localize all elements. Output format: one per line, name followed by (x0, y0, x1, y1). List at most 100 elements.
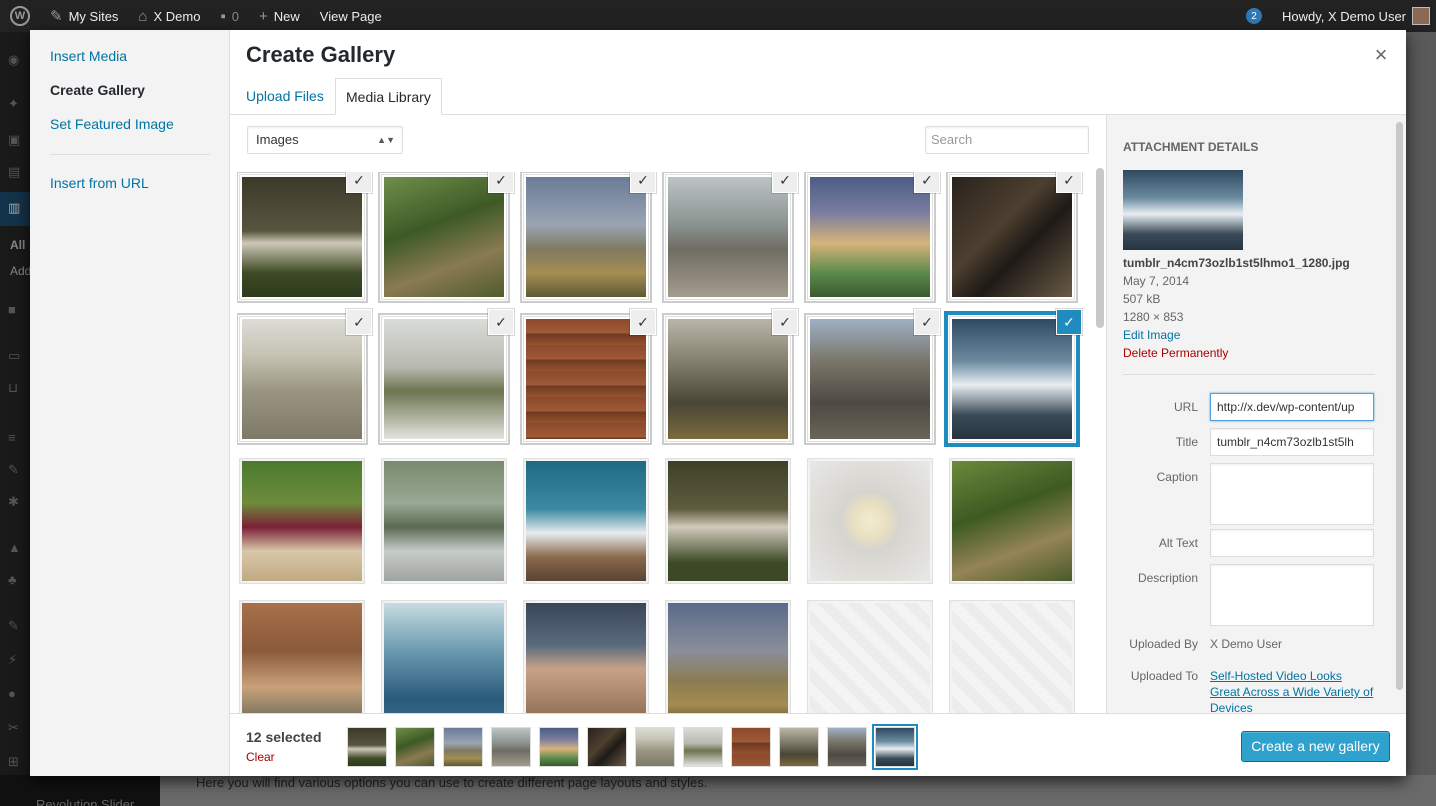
check-icon[interactable]: ✓ (915, 172, 939, 192)
attachment[interactable]: ✓ (239, 172, 371, 300)
title-field[interactable]: tumblr_n4cm73ozlb1st5lh (1210, 428, 1374, 456)
attachment[interactable]: ✓ (381, 310, 513, 442)
selected-thumbnail[interactable] (395, 727, 435, 767)
attachment-thumbnail (952, 177, 1072, 297)
settings-icon: ⊞ (8, 754, 19, 769)
selected-thumbnail[interactable] (731, 727, 771, 767)
attachment-thumbnail (810, 177, 930, 297)
selected-thumbnail[interactable] (539, 727, 579, 767)
attachment[interactable]: ✓ (523, 172, 655, 300)
check-icon[interactable]: ✓ (347, 172, 371, 192)
search-input[interactable]: Search (925, 126, 1089, 154)
menu-item-insert-from-url[interactable]: Insert from URL (50, 175, 149, 191)
attachment[interactable]: ✓ (665, 310, 797, 442)
attachment[interactable]: ✓ (239, 310, 371, 442)
attachment-preview (1123, 170, 1243, 250)
check-icon[interactable]: ✓ (1057, 310, 1081, 334)
grid-scrollbar[interactable] (1096, 168, 1104, 328)
wordpress-logo-menu[interactable]: W (0, 0, 40, 32)
attachment[interactable] (381, 600, 507, 714)
attachment[interactable] (239, 458, 365, 584)
description-field[interactable] (1210, 564, 1374, 626)
selected-thumbnail[interactable] (875, 727, 915, 767)
selected-thumbnail[interactable] (635, 727, 675, 767)
sidebar-scrollbar[interactable] (1396, 122, 1403, 690)
attachment[interactable]: ✓ (523, 310, 655, 442)
selected-thumbnail[interactable] (347, 727, 387, 767)
attachment[interactable]: ✓ (949, 310, 1081, 442)
tab-upload-files[interactable]: Upload Files (236, 78, 334, 115)
attachment[interactable] (239, 600, 365, 714)
attachment[interactable]: ✓ (807, 172, 939, 300)
chart-icon: ▲ (8, 540, 21, 555)
attachment[interactable] (807, 458, 933, 584)
attachment-thumbnail (384, 177, 504, 297)
attachment[interactable] (949, 458, 1075, 584)
account-menu[interactable]: Howdy, X Demo User (1272, 0, 1436, 32)
selected-thumbnail[interactable] (827, 727, 867, 767)
attachment[interactable] (523, 600, 649, 714)
comments-menu[interactable]: ▪ 0 (210, 0, 249, 32)
caption-field[interactable] (1210, 463, 1374, 525)
attachment[interactable] (949, 600, 1075, 714)
menu-item-insert-media[interactable]: Insert Media (50, 48, 127, 64)
view-page-link[interactable]: View Page (310, 0, 392, 32)
edit-image-link[interactable]: Edit Image (1123, 328, 1180, 342)
attachment[interactable]: ✓ (665, 172, 797, 300)
tab-media-library[interactable]: Media Library (335, 78, 442, 115)
menu-item-create-gallery[interactable]: Create Gallery (50, 82, 145, 98)
attachment[interactable] (665, 600, 791, 714)
close-icon[interactable]: × (1370, 44, 1392, 66)
clear-selection-link[interactable]: Clear (246, 750, 275, 764)
attachment[interactable] (665, 458, 791, 584)
uploaded-to-link[interactable]: Self-Hosted Video Looks Great Across a W… (1210, 668, 1374, 716)
check-icon[interactable]: ✓ (1057, 172, 1081, 192)
selected-thumbnail-image (492, 728, 530, 766)
attachment-dimensions: 1280 × 853 (1123, 310, 1184, 324)
plug-icon: ⚡ (8, 652, 18, 667)
selected-thumbnail[interactable] (779, 727, 819, 767)
alt-text-field[interactable] (1210, 529, 1374, 557)
check-icon[interactable]: ✓ (347, 310, 371, 334)
selected-thumbnail[interactable] (491, 727, 531, 767)
check-icon[interactable]: ✓ (631, 310, 655, 334)
attachment[interactable] (523, 458, 649, 584)
attachment-thumbnail (668, 177, 788, 297)
check-icon[interactable]: ✓ (773, 310, 797, 334)
avatar (1412, 7, 1430, 25)
attachment[interactable]: ✓ (949, 172, 1081, 300)
selected-thumbnail-image (396, 728, 434, 766)
selected-thumbnail[interactable] (443, 727, 483, 767)
new-content-menu[interactable]: + New (249, 0, 310, 32)
delete-permanently-link[interactable]: Delete Permanently (1123, 346, 1228, 360)
my-sites-menu[interactable]: ✎ My Sites (40, 0, 128, 32)
selected-thumbnail[interactable] (587, 727, 627, 767)
admin-bar: W ✎ My Sites ⌂ X Demo ▪ 0 + New View Page 2 … (0, 0, 1436, 32)
menu-item-set-featured-image[interactable]: Set Featured Image (50, 116, 174, 132)
attachment-thumbnail (384, 603, 504, 714)
attachment-thumbnail (526, 177, 646, 297)
attachment[interactable] (807, 600, 933, 714)
attachment-thumbnail (952, 603, 1072, 714)
attachment[interactable]: ✓ (381, 172, 513, 300)
url-field[interactable]: http://x.dev/wp-content/up (1210, 393, 1374, 421)
check-icon[interactable]: ✓ (773, 172, 797, 192)
selected-thumbnail-image (828, 728, 866, 766)
check-icon[interactable]: ✓ (631, 172, 655, 192)
selected-thumbnail-image (444, 728, 482, 766)
links-icon: ▤ (8, 164, 21, 179)
check-icon[interactable]: ✓ (915, 310, 939, 334)
check-icon[interactable]: ✓ (489, 172, 513, 192)
attachment[interactable]: ✓ (807, 310, 939, 442)
attachment-thumbnail (952, 461, 1072, 581)
wrench-icon: ✂ (8, 720, 19, 735)
attachment-thumbnail (384, 319, 504, 439)
attachment[interactable] (381, 458, 507, 584)
selected-thumbnail[interactable] (683, 727, 723, 767)
create-gallery-button[interactable]: Create a new gallery (1241, 731, 1390, 762)
media-type-filter[interactable]: Images ▲▼ (247, 126, 403, 154)
site-name-menu[interactable]: ⌂ X Demo (128, 0, 210, 32)
attachment-filesize: 507 kB (1123, 292, 1161, 306)
check-icon[interactable]: ✓ (489, 310, 513, 334)
notifications-menu[interactable]: 2 (1236, 0, 1272, 32)
